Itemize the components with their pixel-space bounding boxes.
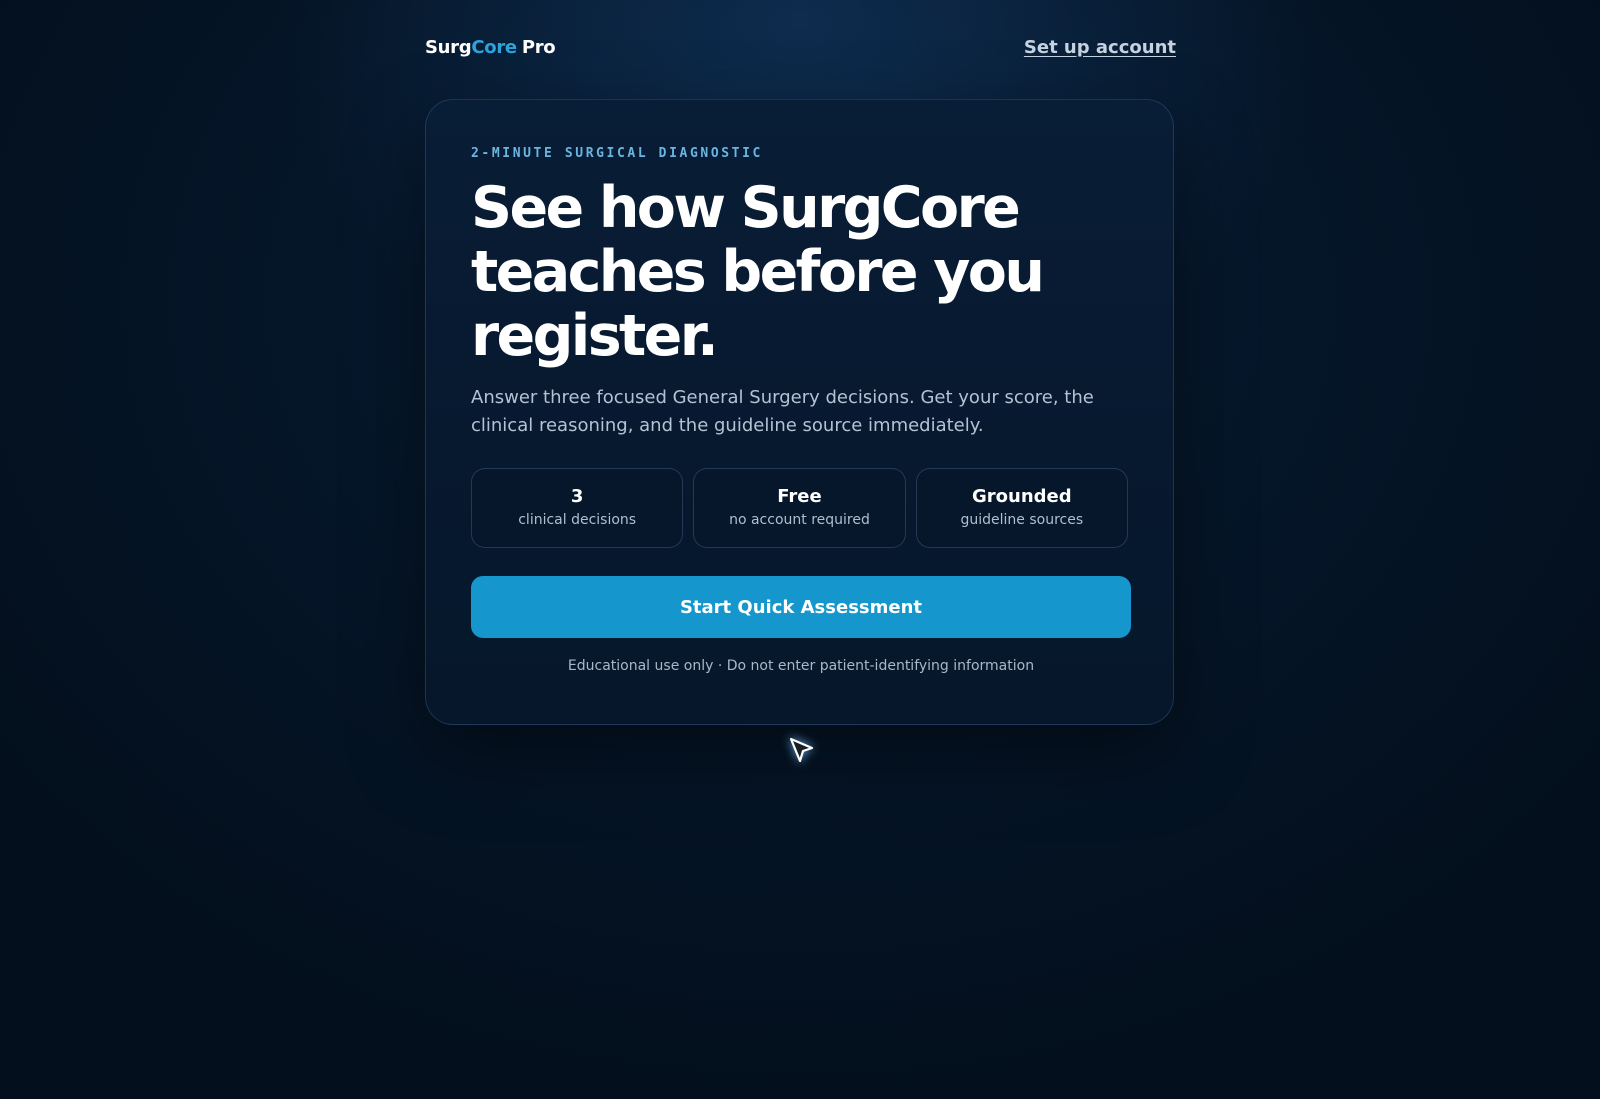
stat-label: clinical decisions bbox=[518, 512, 637, 528]
top-bar: Surg Core Pro Set up account bbox=[425, 30, 1176, 64]
stats-row: 3 clinical decisions Free no account req… bbox=[471, 468, 1128, 548]
diagnostic-card: 2-MINUTE SURGICAL DIAGNOSTIC See how Sur… bbox=[425, 99, 1174, 725]
disclaimer-text: Educational use only · Do not enter pati… bbox=[567, 658, 1035, 674]
start-quick-assessment-button[interactable]: Start Quick Assessment bbox=[471, 576, 1131, 638]
eyebrow-label: 2-MINUTE SURGICAL DIAGNOSTIC bbox=[471, 146, 763, 161]
stat-card-sources: Grounded guideline sources bbox=[915, 468, 1128, 548]
brand-name-part: Surg bbox=[425, 36, 472, 58]
stat-card-decisions: 3 clinical decisions bbox=[471, 468, 684, 548]
brand-name-suffix: Pro bbox=[521, 36, 556, 58]
brand-name-accent: Core bbox=[471, 36, 517, 58]
page-subtitle: Answer three focused General Surgery dec… bbox=[471, 387, 1094, 436]
stat-value: 3 bbox=[570, 486, 584, 507]
page-title: See how SurgCore teaches before you regi… bbox=[471, 175, 1045, 369]
brand-logo[interactable]: Surg Core Pro bbox=[425, 36, 556, 58]
stat-card-price: Free no account required bbox=[693, 468, 906, 548]
stat-label: guideline sources bbox=[960, 512, 1084, 528]
stat-value: Free bbox=[777, 486, 822, 507]
set-up-account-link[interactable]: Set up account bbox=[1024, 37, 1176, 58]
mouse-pointer-icon bbox=[789, 737, 814, 763]
stat-value: Grounded bbox=[972, 486, 1072, 507]
stat-label: no account required bbox=[729, 512, 870, 528]
